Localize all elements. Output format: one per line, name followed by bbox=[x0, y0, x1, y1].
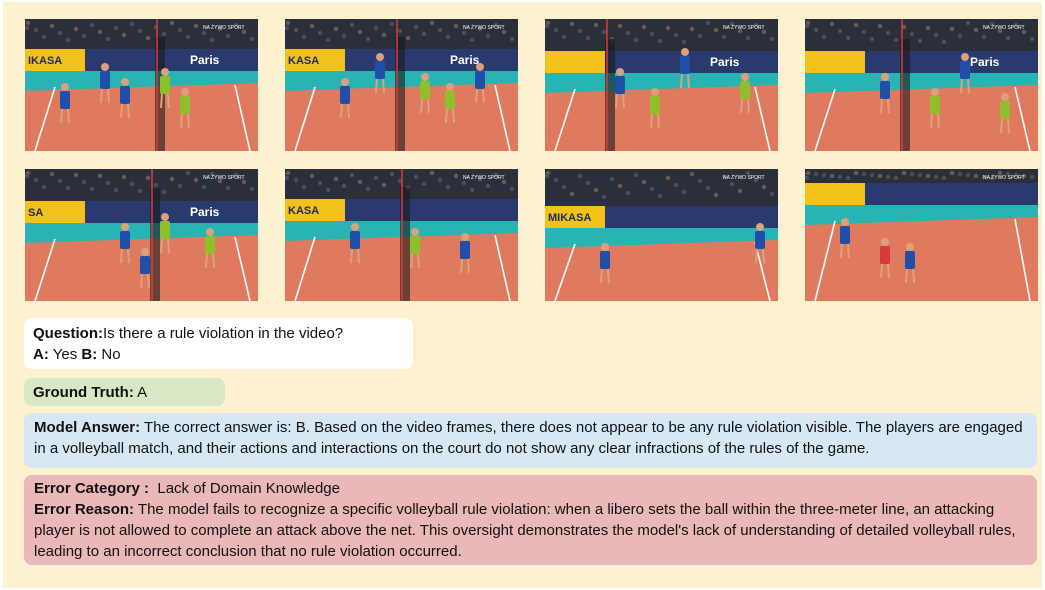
error-reason-text: The model fails to recognize a specific … bbox=[34, 501, 1016, 560]
svg-text:KASA: KASA bbox=[288, 205, 319, 217]
svg-text:NA ŻYWO SPORT: NA ŻYWO SPORT bbox=[463, 24, 505, 31]
svg-text:NA ŻYWO SPORT: NA ŻYWO SPORT bbox=[463, 174, 505, 181]
question-line: Question:Is there a rule violation in th… bbox=[33, 323, 404, 344]
video-frame-7: MIKASA NA ŻYWO SPORT bbox=[545, 169, 778, 301]
video-frame-1: IKASA Paris NA ŻYWO SPORT bbox=[25, 19, 258, 151]
options-line: A: Yes B: No bbox=[33, 344, 404, 365]
error-category-label: Error Category : bbox=[34, 480, 150, 497]
video-frame-2: KASA Paris NA ŻYWO SPORT bbox=[285, 19, 518, 151]
model-answer-text: The correct answer is: B. Based on the v… bbox=[34, 419, 1023, 457]
svg-text:Paris: Paris bbox=[450, 53, 480, 67]
error-category-line: Error Category : Lack of Domain Knowledg… bbox=[34, 478, 1027, 499]
svg-text:NA ŻYWO SPORT: NA ŻYWO SPORT bbox=[983, 24, 1025, 31]
error-category-value: Lack of Domain Knowledge bbox=[149, 480, 340, 497]
svg-text:Paris: Paris bbox=[190, 53, 220, 67]
svg-text:NA ŻYWO SPORT: NA ŻYWO SPORT bbox=[203, 174, 245, 181]
svg-text:NA ŻYWO SPORT: NA ŻYWO SPORT bbox=[203, 24, 245, 31]
svg-text:KASA: KASA bbox=[288, 55, 319, 67]
svg-text:IKASA: IKASA bbox=[28, 55, 62, 67]
svg-text:MIKASA: MIKASA bbox=[548, 212, 591, 224]
error-reason-line: Error Reason: The model fails to recogni… bbox=[34, 499, 1027, 562]
video-frame-8: NA ŻYWO SPORT bbox=[805, 169, 1038, 301]
svg-text:Paris: Paris bbox=[190, 205, 220, 219]
option-a-label: A: bbox=[33, 346, 49, 363]
svg-text:NA ŻYWO SPORT: NA ŻYWO SPORT bbox=[723, 174, 765, 181]
option-b-label: B: bbox=[81, 346, 98, 363]
question-text: Is there a rule violation in the video? bbox=[103, 325, 344, 342]
model-answer-box: Model Answer: The correct answer is: B. … bbox=[24, 413, 1037, 468]
model-answer-label: Model Answer: bbox=[34, 419, 141, 436]
video-frame-5: SA Paris NA ŻYWO SPORT bbox=[25, 169, 258, 301]
ground-truth-value: A bbox=[133, 384, 148, 401]
option-b-text: No bbox=[97, 346, 121, 363]
svg-text:NA ŻYWO SPORT: NA ŻYWO SPORT bbox=[983, 174, 1025, 181]
video-frame-4: Paris NA ŻYWO SPORT bbox=[805, 19, 1038, 151]
ground-truth-box: Ground Truth: A bbox=[24, 378, 225, 406]
error-reason-label: Error Reason: bbox=[34, 501, 135, 518]
svg-text:Paris: Paris bbox=[710, 55, 740, 69]
video-frame-6: KASA NA ŻYWO SPORT bbox=[285, 169, 518, 301]
question-label: Question: bbox=[33, 325, 103, 342]
svg-text:Paris: Paris bbox=[970, 55, 1000, 69]
ground-truth-label: Ground Truth: bbox=[33, 384, 134, 401]
video-frame-3: Paris NA ŻYWO SPORT bbox=[545, 19, 778, 151]
question-box: Question:Is there a rule violation in th… bbox=[24, 318, 413, 369]
error-box: Error Category : Lack of Domain Knowledg… bbox=[24, 475, 1037, 565]
option-a-text: Yes bbox=[48, 346, 82, 363]
svg-text:SA: SA bbox=[28, 207, 43, 219]
svg-text:NA ŻYWO SPORT: NA ŻYWO SPORT bbox=[723, 24, 765, 31]
